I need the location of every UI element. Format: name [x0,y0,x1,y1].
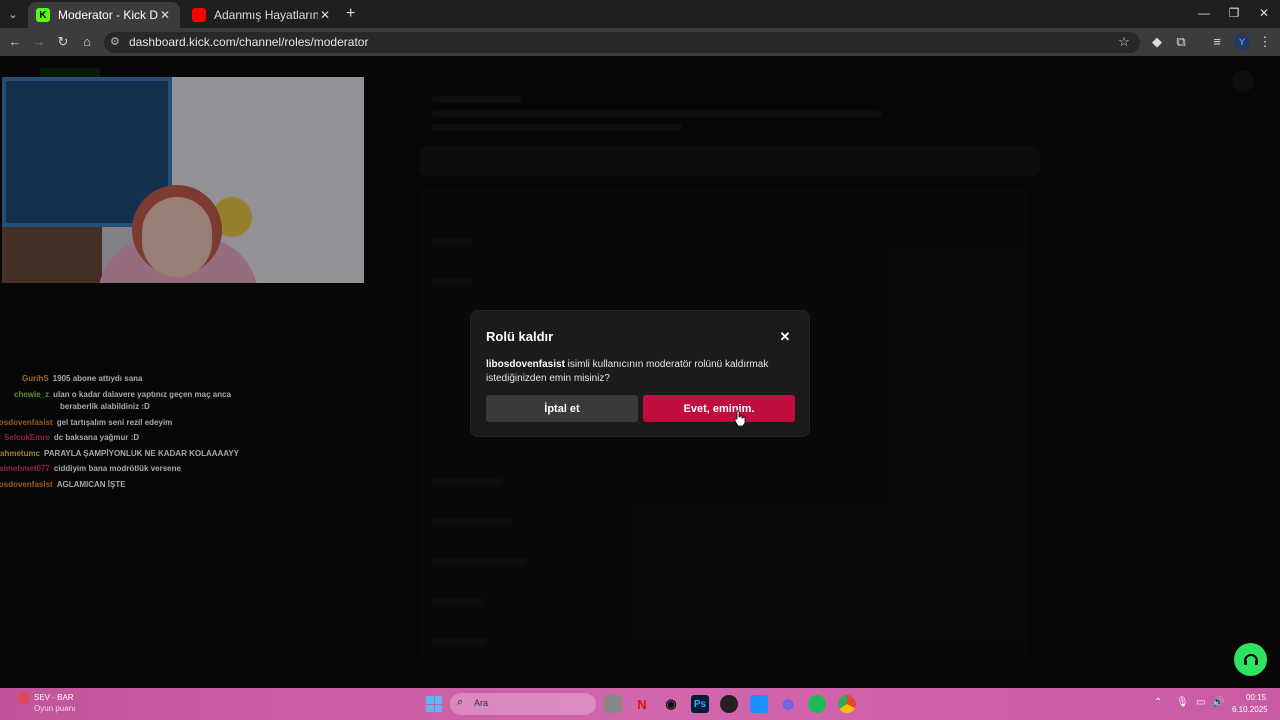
obs-icon[interactable] [720,695,738,713]
url-text[interactable]: dashboard.kick.com/channel/roles/moderat… [129,35,368,49]
dialog-title: Rolü kaldır [486,329,554,344]
tab-search-icon[interactable]: ⌄ [4,5,22,23]
dialog-message: libosdovenfasist isimli kullanıcının mod… [486,358,786,386]
close-tab-icon[interactable]: ✕ [158,8,172,22]
hand-cursor-icon [734,410,746,426]
profile-initial: Y [1238,37,1245,47]
spotify-icon[interactable] [808,695,826,713]
volume-icon[interactable]: 🔊 [1212,697,1224,708]
widget-subtitle: Oyun puanı [34,704,76,713]
close-icon[interactable]: ✕ [777,329,793,345]
profile-avatar[interactable]: Y [1234,34,1250,50]
back-icon[interactable]: ← [6,33,24,51]
tray-chevron-icon[interactable]: ⌃ [1154,697,1162,708]
microphone-icon[interactable]: 🎙 [1176,697,1189,708]
extension-diamond-icon[interactable]: ◆ [1148,33,1166,51]
dialog-username: libosdovenfasist [486,359,565,370]
home-icon[interactable]: ⌂ [78,33,96,51]
search-placeholder: Ara [474,698,489,708]
tab-kick-dashboard[interactable]: K Moderator - Kick Dashboard ✕ [28,2,180,28]
support-chat-button[interactable] [1234,643,1267,676]
steam-icon[interactable]: ◉ [662,695,680,713]
tab-title: Adanmış Hayatların Umudu Şar [214,8,318,22]
headset-icon [1243,653,1258,665]
new-tab-icon[interactable]: + [346,5,355,23]
site-info-icon[interactable]: ⚙ [110,35,120,48]
photoshop-icon[interactable]: Ps [691,695,709,713]
display-icon[interactable]: ▭ [1196,697,1205,708]
close-tab-icon[interactable]: ✕ [318,8,332,22]
music-widget-icon[interactable] [18,692,30,704]
media-control-icon[interactable]: ≡ [1208,33,1226,51]
start-button-icon[interactable] [426,696,442,712]
minimize-icon[interactable]: — [1194,6,1214,20]
forward-icon[interactable]: → [30,33,48,51]
cancel-button[interactable]: İptal et [486,395,638,422]
remove-role-dialog: Rolü kaldır ✕ libosdovenfasist isimli ku… [470,310,810,437]
file-explorer-icon[interactable] [604,695,622,713]
clock-date[interactable]: 6.10.2025 [1232,705,1268,714]
chrome-icon[interactable] [838,695,856,713]
youtube-favicon-icon [192,8,206,22]
tab-youtube[interactable]: Adanmış Hayatların Umudu Şar ✕ [184,2,340,28]
tab-title: Moderator - Kick Dashboard [58,8,158,22]
restore-icon[interactable]: ❐ [1224,6,1244,20]
extensions-puzzle-icon[interactable]: ⧉ [1172,33,1190,51]
kick-favicon-icon: K [36,8,50,22]
app-icon[interactable] [750,695,768,713]
browser-menu-icon[interactable]: ⋮ [1256,33,1274,51]
search-icon: ⌕ [457,696,464,708]
bookmark-star-icon[interactable]: ☆ [1115,33,1133,51]
taskbar-search[interactable] [450,693,596,715]
widget-title[interactable]: SEV - BAR [34,693,74,702]
clock-time[interactable]: 00:15 [1246,693,1266,702]
confirm-button[interactable]: Evet, eminim. [643,395,795,422]
window-close-icon[interactable]: ✕ [1254,6,1274,20]
netflix-icon[interactable]: N [633,695,651,713]
reload-icon[interactable]: ↻ [54,33,72,51]
discord-icon[interactable]: ◍ [779,695,797,713]
